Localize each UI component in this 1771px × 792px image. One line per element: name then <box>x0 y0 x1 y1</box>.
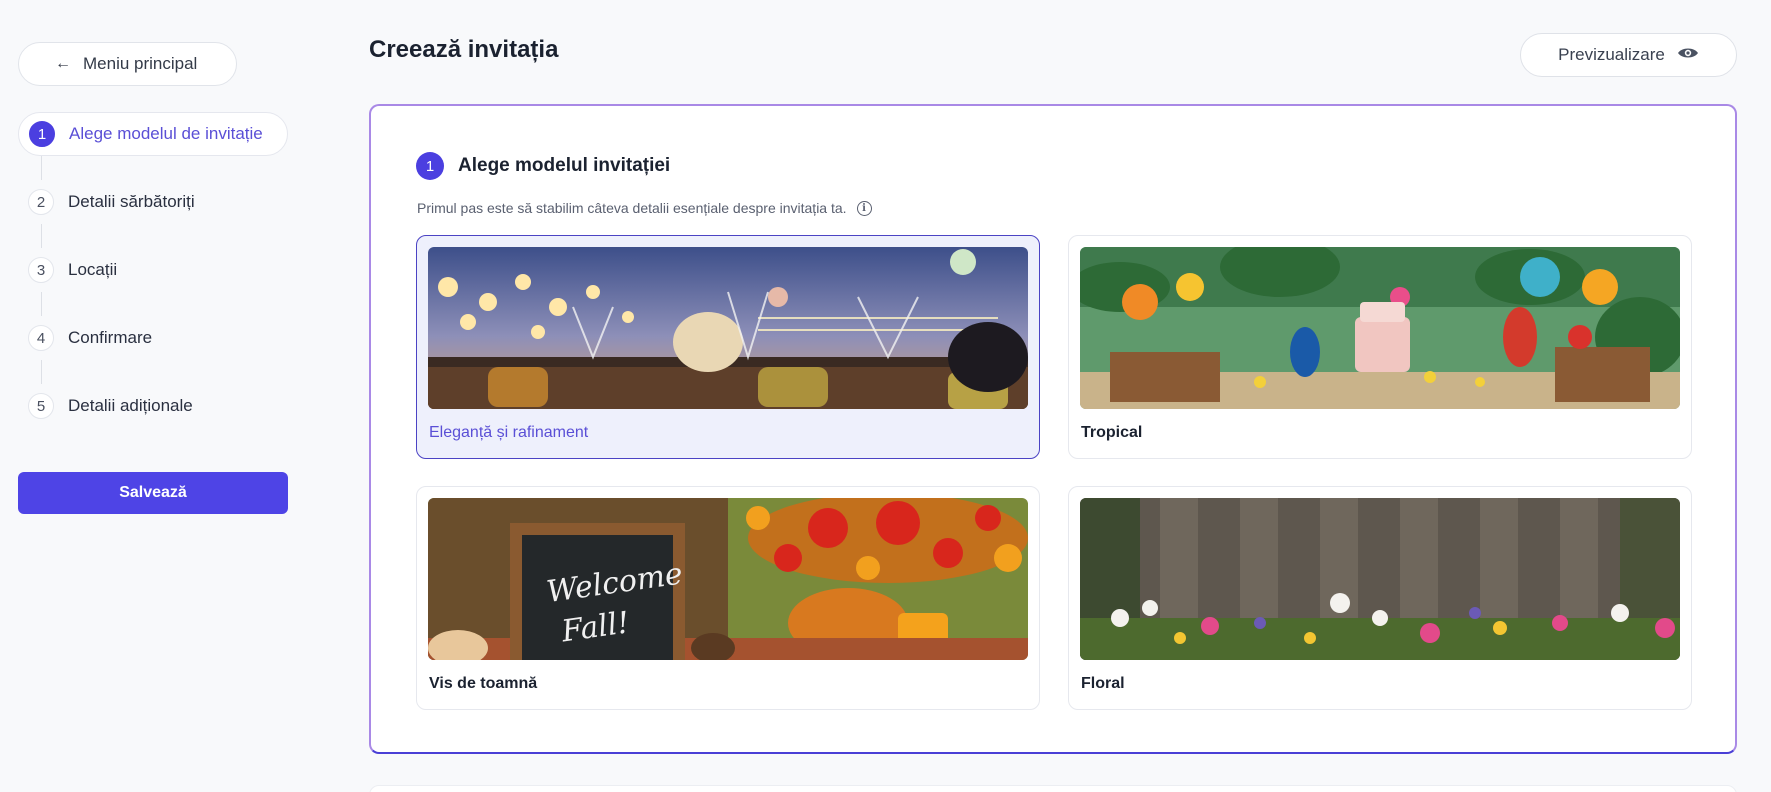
step-label: Alege modelul de invitație <box>69 124 263 143</box>
step-connector <box>41 156 288 180</box>
page-title: Creează invitația <box>369 36 559 63</box>
step-number: 2 <box>28 189 54 215</box>
template-label: Vis de toamnă <box>429 675 538 692</box>
template-option-floral[interactable]: Floral <box>1068 486 1692 710</box>
step-label: Detalii adiționale <box>68 396 193 415</box>
step-label: Detalii sărbătoriți <box>68 192 195 211</box>
template-selection-card: 1 Alege modelul invitației Primul pas es… <box>369 104 1737 754</box>
step-number: 5 <box>28 393 54 419</box>
template-image-floral <box>1080 498 1680 660</box>
template-option-autumn[interactable]: Welcome Fall! Vis de toamnă <box>416 486 1040 710</box>
card-description-text: Primul pas este să stabilim câteva detal… <box>417 200 847 216</box>
step-additional-details[interactable]: 5 Detalii adiționale <box>18 384 288 428</box>
step-number: 1 <box>29 121 55 147</box>
step-connector <box>41 224 288 248</box>
step-label: Locații <box>68 260 118 279</box>
back-button-label: Meniu principal <box>83 54 198 73</box>
step-label: Confirmare <box>68 328 153 347</box>
steps-nav: 1 Alege modelul de invitație 2 Detalii s… <box>18 112 288 428</box>
step-connector <box>41 360 288 384</box>
template-label: Floral <box>1081 675 1125 692</box>
card-step-number: 1 <box>416 152 444 180</box>
step-number: 3 <box>28 257 54 283</box>
card-description: Primul pas este să stabilim câteva detal… <box>417 200 872 216</box>
template-image-autumn: Welcome Fall! <box>428 498 1028 660</box>
eye-icon <box>1677 45 1699 65</box>
step-celebrant-details[interactable]: 2 Detalii sărbătoriți <box>18 180 288 224</box>
template-label: Tropical <box>1081 424 1143 441</box>
template-option-elegance[interactable]: Eleganță și rafinament <box>416 235 1040 459</box>
next-section-card <box>369 785 1737 792</box>
step-confirmation[interactable]: 4 Confirmare <box>18 316 288 360</box>
step-connector <box>41 292 288 316</box>
template-option-tropical[interactable]: Tropical <box>1068 235 1692 459</box>
template-label: Eleganță și rafinament <box>429 424 589 441</box>
template-image-tropical <box>1080 247 1680 409</box>
arrow-left-icon: ← <box>55 55 71 72</box>
preview-button-label: Previzualizare <box>1558 45 1665 64</box>
step-number: 4 <box>28 325 54 351</box>
card-header: 1 Alege modelul invitației <box>416 152 670 180</box>
step-locations[interactable]: 3 Locații <box>18 248 288 292</box>
preview-button[interactable]: Previzualizare <box>1520 33 1737 77</box>
card-title: Alege modelul invitației <box>458 155 671 176</box>
sidebar: ← Meniu principal 1 Alege modelul de inv… <box>18 42 288 514</box>
info-icon[interactable]: i <box>856 200 872 216</box>
template-image-elegance <box>428 247 1028 409</box>
save-button[interactable]: Salvează <box>18 472 288 514</box>
back-to-main-menu-button[interactable]: ← Meniu principal <box>18 42 237 86</box>
step-choose-template[interactable]: 1 Alege modelul de invitație <box>18 112 288 156</box>
